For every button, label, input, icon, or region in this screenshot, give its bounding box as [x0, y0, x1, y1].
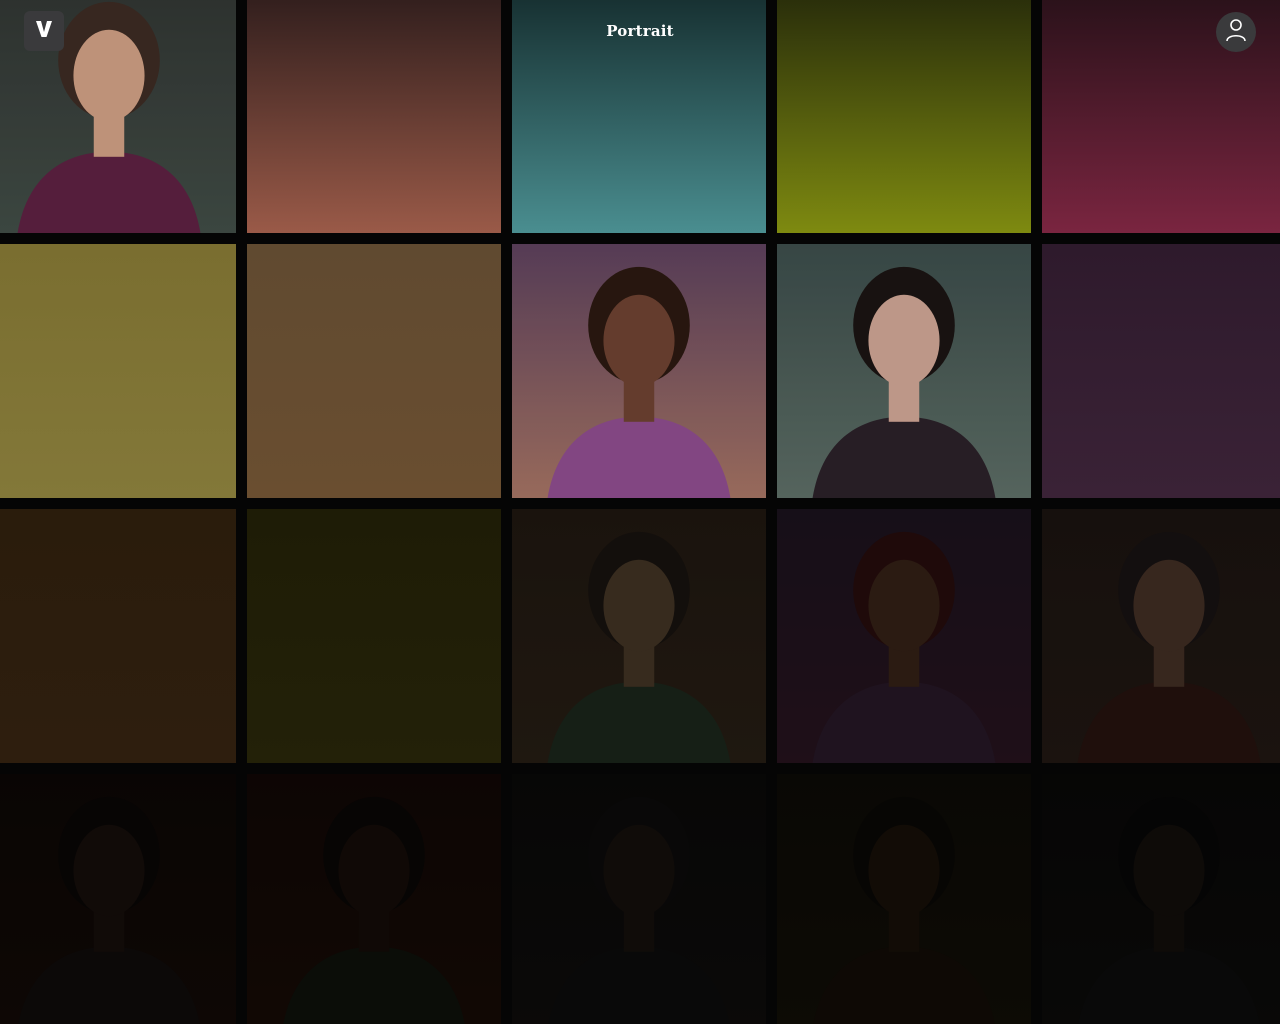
- portrait-face: [1133, 824, 1205, 917]
- gallery-tile-portrait-hat-woman[interactable]: [512, 244, 766, 498]
- gallery-tile-portrait-fighter-yellow[interactable]: [777, 774, 1031, 1024]
- gallery-tile-portrait-asian-woman[interactable]: [777, 244, 1031, 498]
- tile-background: [247, 244, 501, 498]
- gallery-tile-portrait-man-red[interactable]: [777, 509, 1031, 763]
- gallery-tile-placeholder-brown[interactable]: [247, 244, 501, 498]
- portrait-face: [73, 824, 145, 917]
- gallery-tile-portrait-man-glasses[interactable]: [512, 509, 766, 763]
- portrait-face: [338, 824, 410, 917]
- top-bar: Portrait: [0, 0, 1280, 64]
- portrait-face: [868, 824, 940, 917]
- portrait-grid: [0, 0, 1280, 1024]
- gallery-tile-portrait-fighter-red[interactable]: [247, 774, 501, 1024]
- gallery-tile-placeholder-dark-brown[interactable]: [0, 509, 236, 763]
- portrait-face: [868, 559, 940, 652]
- portrait-face: [603, 824, 675, 917]
- gallery-tile-portrait-helmet[interactable]: [512, 774, 766, 1024]
- portrait-face: [603, 294, 675, 387]
- user-avatar-button[interactable]: [1216, 12, 1256, 52]
- gallery-page: Portrait: [0, 0, 1280, 1024]
- brand-v-logo-icon: [33, 18, 55, 45]
- portrait-face: [603, 559, 675, 652]
- logo-button[interactable]: [24, 11, 64, 51]
- gallery-tile-placeholder-plum[interactable]: [1042, 244, 1280, 498]
- page-title: Portrait: [606, 22, 674, 40]
- gallery-tile-placeholder-dark-olive[interactable]: [247, 509, 501, 763]
- tile-background: [0, 244, 236, 498]
- gallery-tile-portrait-man-dark-1[interactable]: [0, 774, 236, 1024]
- tile-background: [0, 509, 236, 763]
- gallery-tile-portrait-woman-jacket[interactable]: [1042, 509, 1280, 763]
- gallery-tile-placeholder-mustard[interactable]: [0, 244, 236, 498]
- portrait-face: [868, 294, 940, 387]
- gallery-tile-portrait-man-dark-2[interactable]: [1042, 774, 1280, 1024]
- portrait-face: [1133, 559, 1205, 652]
- tile-background: [247, 509, 501, 763]
- user-icon: [1225, 18, 1247, 47]
- tile-background: [1042, 244, 1280, 498]
